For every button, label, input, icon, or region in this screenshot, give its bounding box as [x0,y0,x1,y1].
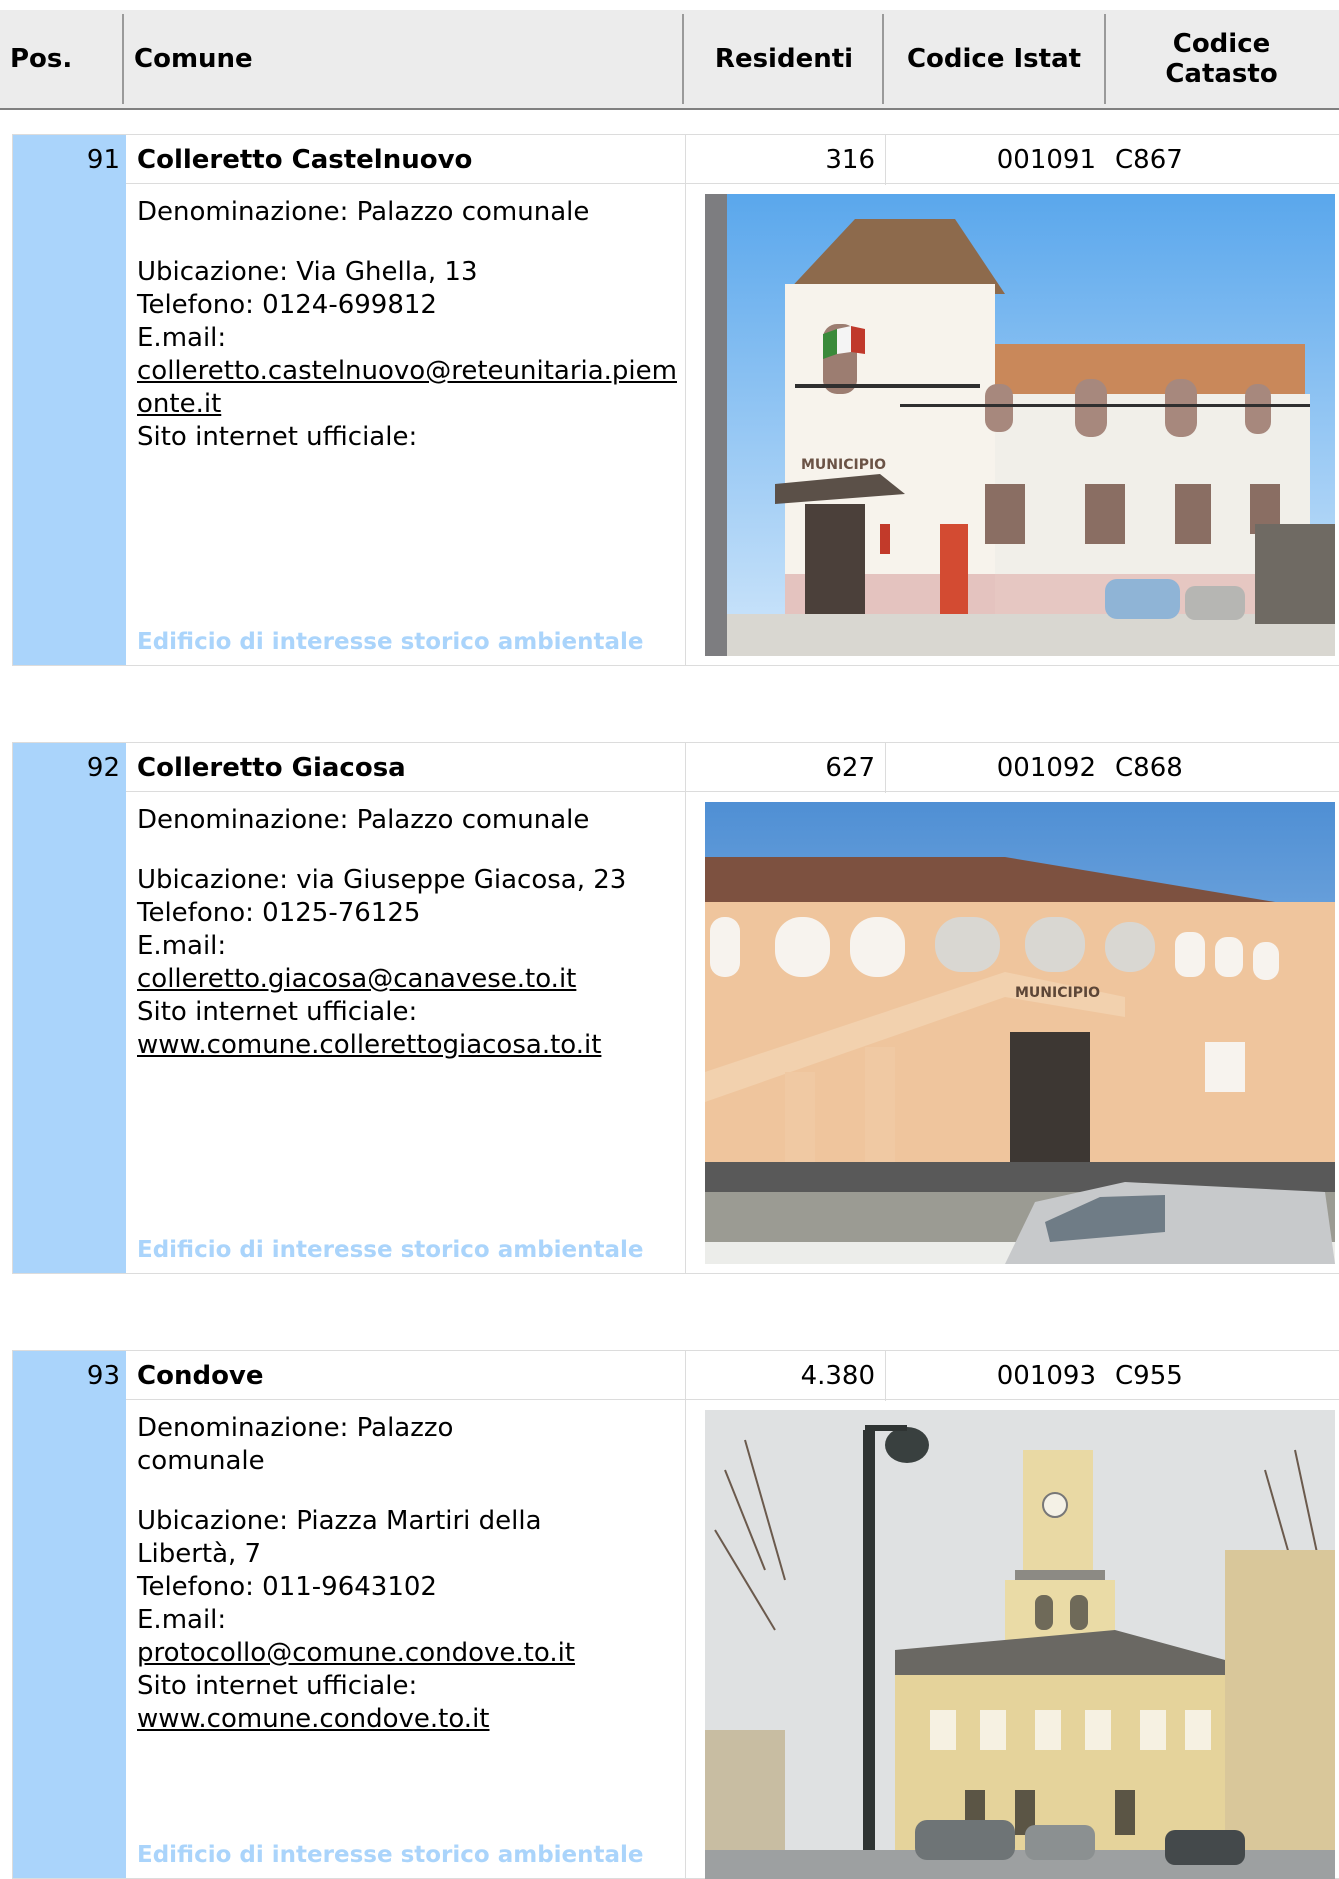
header-residenti: Residenti [714,44,854,74]
telefono: Telefono: 0125-76125 [137,898,421,928]
sito-label: Sito internet ufficiale: [137,1671,418,1701]
record-side-bar [13,792,126,1273]
header-catasto-line2: Catasto [1165,59,1278,89]
record-position: 91 [13,135,126,185]
email-label: E.mail: [137,931,227,961]
detail-separator [685,1400,686,1878]
record-codice-catasto: C955 [1115,1361,1183,1391]
record-summary-row: 92 Colleretto Giacosa 627 001092 C868 [12,742,1339,793]
record-note: Edificio di interesse storico ambientale [137,629,644,655]
sito-label: Sito internet ufficiale: [137,997,418,1027]
detail-separator [685,184,686,665]
record-side-bar [13,184,126,665]
record-residenti: 4.380 [800,1361,875,1391]
record-summary-row: 93 Condove 4.380 001093 C955 [12,1350,1339,1401]
town-hall-photo-image: MUNICIPIO [705,194,1335,656]
record-codice-istat: 001091 [996,145,1096,175]
municipio-sign: MUNICIPIO [1015,985,1100,1001]
town-hall-photo-image [705,1410,1335,1879]
record-comune-name: Condove [137,1361,264,1391]
header-catasto-line1: Codice [1172,29,1271,59]
record-detail: Denominazione: Palazzo comunale Ubicazio… [12,184,1339,666]
town-hall-photo-image: MUNICIPIO [705,802,1335,1264]
town-hall-photo [705,1410,1335,1879]
website-link[interactable]: www.comune.condove.to.it [137,1704,490,1734]
record-position: 93 [13,1351,126,1401]
email-link[interactable]: protocollo@comune.condove.to.it [137,1638,575,1668]
record-residenti: 316 [825,145,875,175]
email-label: E.mail: [137,323,227,353]
ubicazione: Ubicazione: Piazza Martiri della Libertà… [137,1506,542,1569]
header-comune: Comune [134,44,253,74]
record-detail: Denominazione: Palazzo comunale Ubicazio… [12,1400,1339,1879]
header-pos: Pos. [10,44,73,74]
denominazione: Denominazione: Palazzo comunale [137,805,590,835]
town-hall-photo: MUNICIPIO [705,194,1335,656]
record-position: 92 [13,743,126,793]
record-summary-row: 91 Colleretto Castelnuovo 316 001091 C86… [12,134,1339,185]
record-codice-catasto: C868 [1115,753,1183,783]
table-header: Pos. Comune Residenti Codice Istat Codic… [0,10,1339,110]
header-codice-istat: Codice Istat [906,44,1082,74]
municipio-sign: MUNICIPIO [801,457,886,473]
record-note: Edificio di interesse storico ambientale [137,1237,644,1263]
ubicazione: Ubicazione: via Giuseppe Giacosa, 23 [137,865,627,895]
record-info: Denominazione: Palazzo comunale Ubicazio… [137,804,685,1062]
record-codice-istat: 001093 [996,1361,1096,1391]
header-separator [122,14,124,104]
record-comune-name: Colleretto Castelnuovo [137,145,473,175]
record-codice-catasto: C867 [1115,145,1183,175]
website-link[interactable]: www.comune.collerettogiacosa.to.it [137,1030,601,1060]
telefono: Telefono: 0124-699812 [137,290,437,320]
record-comune-name: Colleretto Giacosa [137,753,406,783]
sito-label: Sito internet ufficiale: [137,422,418,452]
email-link[interactable]: colleretto.giacosa@canavese.to.it [137,964,576,994]
telefono: Telefono: 011-9643102 [137,1572,437,1602]
header-codice-catasto: Codice Catasto [1104,10,1339,108]
record-residenti: 627 [825,753,875,783]
town-hall-photo: MUNICIPIO [705,802,1335,1264]
record-side-bar [13,1400,126,1878]
record-info: Denominazione: Palazzo comunale Ubicazio… [137,1412,577,1736]
record-info: Denominazione: Palazzo comunale Ubicazio… [137,196,685,454]
record-codice-istat: 001092 [996,753,1096,783]
record-detail: Denominazione: Palazzo comunale Ubicazio… [12,792,1339,1274]
denominazione: Denominazione: Palazzo comunale [137,197,590,227]
denominazione: Denominazione: Palazzo comunale [137,1413,454,1476]
ubicazione: Ubicazione: Via Ghella, 13 [137,257,478,287]
email-label: E.mail: [137,1605,227,1635]
record-note: Edificio di interesse storico ambientale [137,1842,644,1868]
email-link[interactable]: colleretto.castelnuovo@reteunitaria.piem… [137,356,677,419]
detail-separator [685,792,686,1273]
